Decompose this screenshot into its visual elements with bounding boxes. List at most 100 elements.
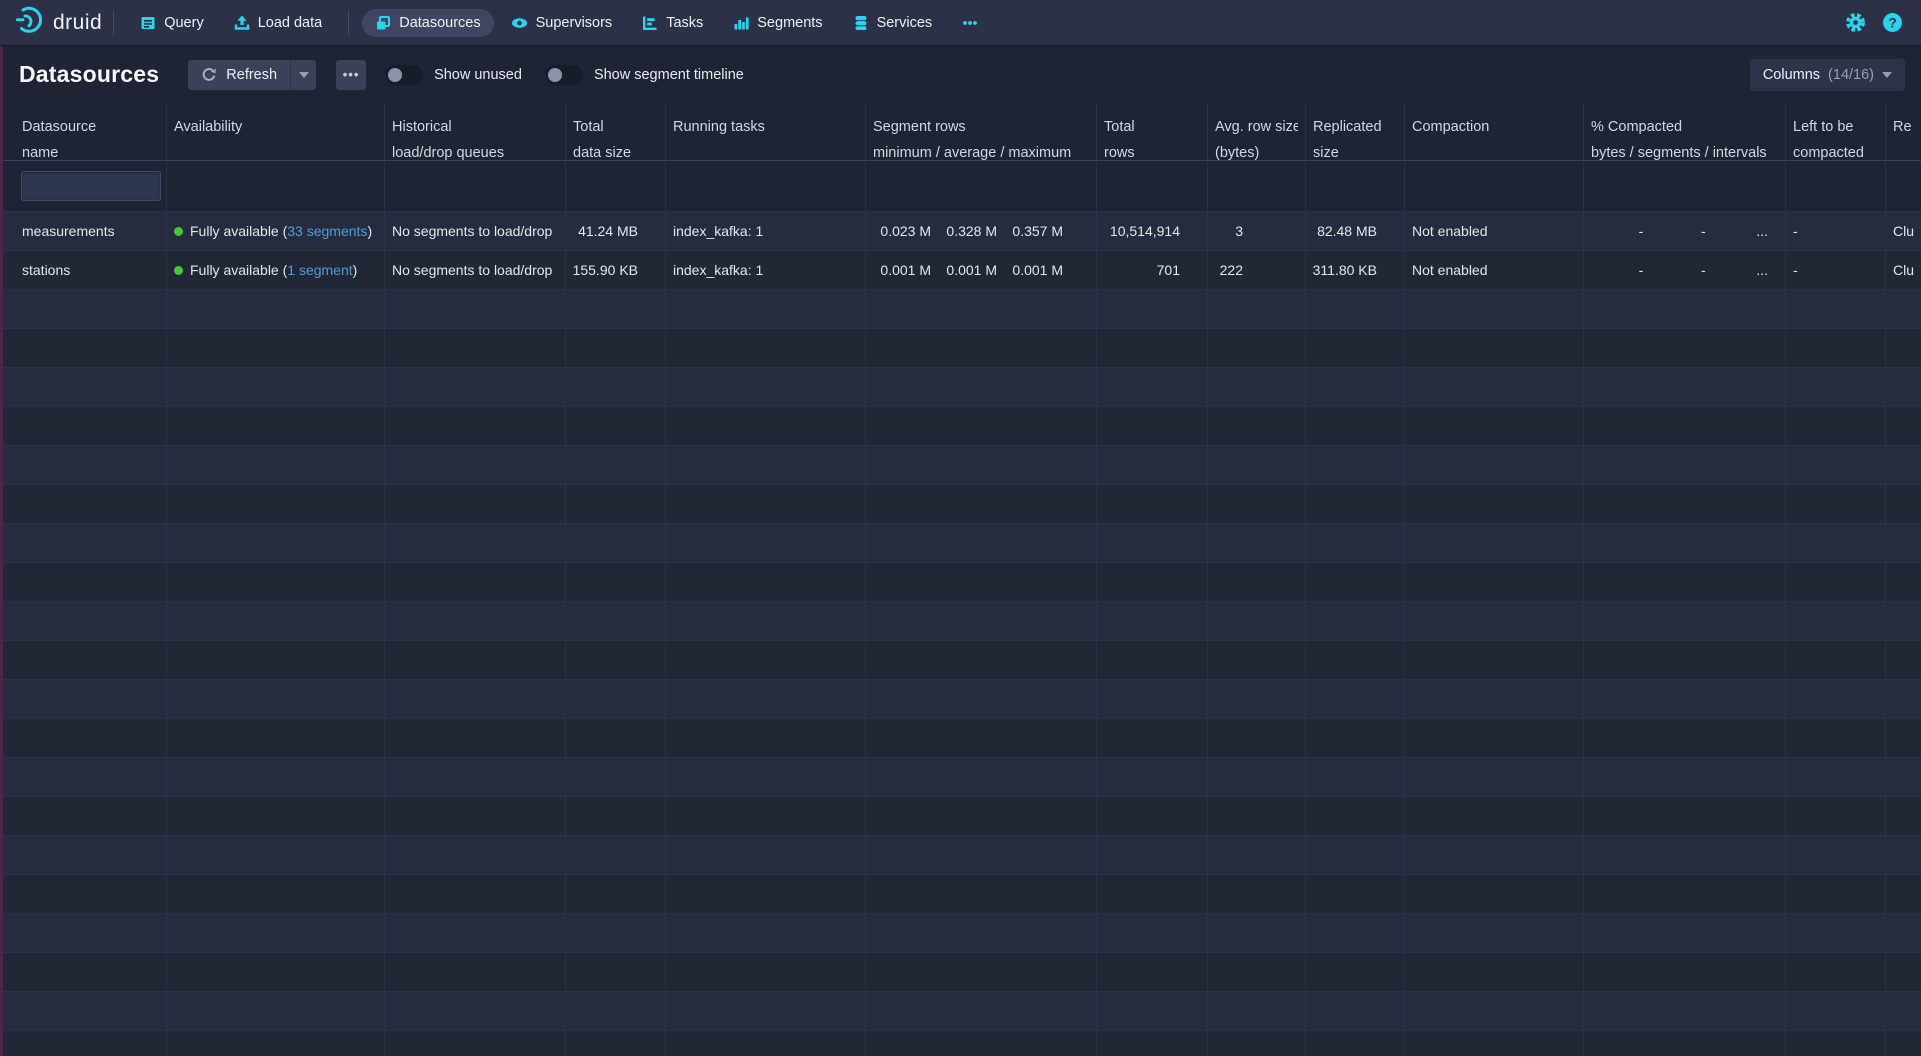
table-row-measurements: measurementsFully available (33 segments… — [0, 212, 1921, 251]
sub-value: ... — [1716, 223, 1768, 239]
header-more-button[interactable]: ••• — [336, 60, 366, 90]
columns-button[interactable]: Columns (14/16) — [1750, 59, 1905, 91]
cell-retention — [1886, 407, 1921, 445]
column-header-text: Re — [1893, 114, 1921, 140]
cell-total_size — [566, 290, 666, 328]
column-header-name[interactable]: Datasourcename — [0, 103, 167, 160]
column-header-text: Segment rows — [873, 114, 1089, 140]
cell-total_size — [566, 329, 666, 367]
column-header-text: Availability — [174, 114, 377, 140]
filter-cell-name — [0, 161, 167, 211]
cell-segment_rows — [866, 368, 1097, 406]
cell-total_rows — [1097, 485, 1208, 523]
cell-compaction — [1405, 368, 1584, 406]
cell-retention — [1886, 797, 1921, 835]
cell-total_size — [566, 953, 666, 991]
cell-total_size — [566, 758, 666, 796]
cell-tasks — [666, 290, 866, 328]
cell-left_to_compact — [1786, 797, 1886, 835]
column-header-availability[interactable]: Availability — [167, 103, 385, 160]
cell-compaction — [1405, 329, 1584, 367]
cell-replicated_size — [1306, 797, 1405, 835]
cell-total_rows — [1097, 329, 1208, 367]
cell-compacted — [1584, 875, 1786, 913]
table-row-empty — [0, 290, 1921, 329]
nav-tab-supervisors[interactable]: Supervisors — [498, 9, 626, 37]
show-unused-toggle[interactable] — [385, 65, 423, 85]
column-header-segment_rows[interactable]: Segment rowsminimum / average / maximum — [866, 103, 1097, 160]
refresh-button[interactable]: Refresh — [188, 60, 290, 90]
column-header-compaction[interactable]: Compaction — [1405, 103, 1584, 160]
cell-availability — [167, 758, 385, 796]
nav-tab-label: Datasources — [399, 15, 480, 31]
table-row-empty — [0, 914, 1921, 953]
table-row-empty — [0, 368, 1921, 407]
cell-compacted — [1584, 329, 1786, 367]
show-segment-timeline-toggle[interactable] — [545, 65, 583, 85]
column-header-avg_row_size[interactable]: Avg. row size(bytes) — [1208, 103, 1306, 160]
cell-compacted — [1584, 797, 1786, 835]
nav-tab-query[interactable]: Query — [127, 9, 217, 37]
show-unused-label: Show unused — [434, 67, 522, 83]
sub-value: ... — [1716, 262, 1768, 278]
cell-queues — [385, 836, 566, 874]
table-row-empty — [0, 563, 1921, 602]
nav-tab-segments[interactable]: Segments — [720, 9, 835, 37]
cell-segment_rows — [866, 914, 1097, 952]
table-row-empty — [0, 407, 1921, 446]
segments-link[interactable]: 33 segments — [287, 223, 367, 239]
more-icon — [962, 15, 978, 31]
nav-tab-tasks[interactable]: Tasks — [629, 9, 716, 37]
cell-compaction — [1405, 953, 1584, 991]
cell-retention — [1886, 992, 1921, 1030]
druid-logo[interactable]: druid — [14, 5, 102, 40]
cell-name: measurements — [0, 212, 167, 250]
column-header-compacted[interactable]: % Compactedbytes / segments / intervals — [1584, 103, 1786, 160]
datasource-name-filter-input[interactable] — [21, 171, 161, 201]
svg-text:?: ? — [1888, 15, 1896, 30]
column-header-text: Total — [573, 114, 658, 140]
chevron-down-icon — [1882, 72, 1892, 78]
column-header-total_rows[interactable]: Totalrows — [1097, 103, 1208, 160]
druid-logo-icon — [14, 5, 44, 40]
cell-compacted — [1584, 485, 1786, 523]
cell-total_size — [566, 485, 666, 523]
cell-avg_row_size — [1208, 992, 1306, 1030]
cell-total_size — [566, 875, 666, 913]
cell-left_to_compact — [1786, 719, 1886, 757]
cell-total_rows — [1097, 680, 1208, 718]
nav-tab-datasources[interactable]: Datasources — [362, 9, 493, 37]
column-header-total_size[interactable]: Totaldata size — [566, 103, 666, 160]
column-header-retention[interactable]: Re — [1886, 103, 1921, 160]
column-header-tasks[interactable]: Running tasks — [666, 103, 866, 160]
refresh-dropdown-caret[interactable] — [290, 60, 316, 90]
cell-retention — [1886, 485, 1921, 523]
gear-icon[interactable] — [1845, 12, 1866, 33]
nav-more-button[interactable] — [949, 9, 991, 37]
nav-tab-services[interactable]: Services — [840, 9, 946, 37]
cell-queues — [385, 797, 566, 835]
table-row-empty — [0, 992, 1921, 1031]
cell-retention — [1886, 290, 1921, 328]
tasks-icon — [642, 15, 658, 31]
cell-retention — [1886, 1031, 1921, 1056]
cell-name — [0, 719, 167, 757]
segments-link[interactable]: 1 segment — [287, 262, 352, 278]
nav-tab-load-data[interactable]: Load data — [221, 9, 336, 37]
column-header-queues[interactable]: Historicalload/drop queues — [385, 103, 566, 160]
cell-retention — [1886, 641, 1921, 679]
cell-compaction — [1405, 797, 1584, 835]
cell-compacted — [1584, 914, 1786, 952]
help-icon[interactable]: ? — [1882, 12, 1903, 33]
column-header-left_to_compact[interactable]: Left to becompacted — [1786, 103, 1886, 160]
cell-queues — [385, 368, 566, 406]
cell-compacted — [1584, 446, 1786, 484]
nav-tab-label: Services — [877, 15, 933, 31]
cell-queues — [385, 485, 566, 523]
cell-avg_row_size — [1208, 641, 1306, 679]
cell-retention — [1886, 953, 1921, 991]
cell-total_rows — [1097, 914, 1208, 952]
cell-total_rows: 701 — [1097, 251, 1208, 289]
column-header-replicated_size[interactable]: Replicatedsize — [1306, 103, 1405, 160]
filter-cell-availability — [167, 161, 385, 211]
